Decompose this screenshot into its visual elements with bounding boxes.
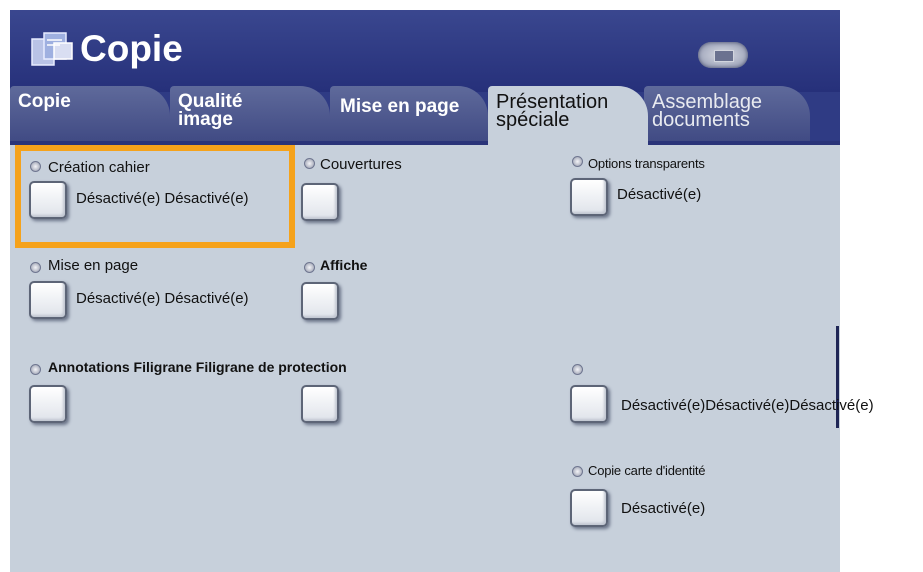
copie-carte-button[interactable]: [570, 489, 608, 527]
option-label-mise-en-page: Mise en page: [48, 257, 139, 274]
radio-indicator: [572, 156, 583, 167]
unnamed-option-button[interactable]: [570, 385, 608, 423]
couvertures-button[interactable]: [301, 183, 339, 221]
option-label-annotations: Annotations Filigrane Filigrane de prote…: [48, 359, 347, 375]
affiche-button[interactable]: [301, 282, 339, 320]
mise-en-page-value: Désactivé(e) Désactivé(e): [76, 290, 249, 307]
tab-label: Mise en page: [340, 96, 460, 117]
creation-cahier-button[interactable]: [29, 181, 67, 219]
option-label-couvertures: Couvertures: [320, 156, 402, 173]
options-transparents-value: Désactivé(e): [617, 186, 702, 203]
radio-indicator: [304, 262, 315, 273]
copie-carte-value: Désactivé(e): [621, 500, 706, 517]
options-transparents-button[interactable]: [570, 178, 608, 216]
radio-indicator: [30, 364, 41, 375]
copy-app-window: Copie Copie Qualité image Mise en page P…: [10, 10, 840, 572]
tab-label: Assemblage documents: [652, 91, 763, 131]
tab-label: Présentation spéciale: [496, 91, 609, 131]
tab-mise-en-page[interactable]: Mise en page: [330, 86, 488, 146]
option-label-copie-carte: Copie carte d'identité: [588, 463, 706, 478]
option-label-options-transparents: Options transparents: [588, 156, 705, 171]
machine-status-icon[interactable]: [698, 42, 748, 68]
mise-en-page-button[interactable]: [29, 281, 67, 319]
copy-icon: [31, 32, 73, 66]
creation-cahier-value: Désactivé(e) Désactivé(e): [76, 190, 249, 207]
radio-indicator: [572, 364, 583, 375]
radio-indicator: [572, 466, 583, 477]
radio-indicator: [30, 262, 41, 273]
tab-presentation-speciale[interactable]: Présentation spéciale: [488, 86, 648, 146]
option-label-affiche: Affiche: [320, 257, 368, 273]
unnamed-option-value: Désactivé(e)Désactivé(e)Désactivé(e): [621, 397, 874, 414]
radio-indicator: [304, 158, 315, 169]
tab-assemblage-documents[interactable]: Assemblage documents: [644, 86, 810, 146]
option-label-creation-cahier: Création cahier: [48, 159, 150, 176]
radio-indicator: [30, 161, 41, 172]
annotations-button[interactable]: [29, 385, 67, 423]
tab-label: Qualité image: [178, 91, 243, 130]
filigrane-button[interactable]: [301, 385, 339, 423]
tab-qualite-image[interactable]: Qualité image: [170, 86, 330, 146]
app-header: Copie: [10, 10, 840, 92]
tab-copie[interactable]: Copie: [10, 86, 170, 146]
page-title: Copie: [80, 28, 183, 69]
tab-label: Copie: [18, 91, 71, 112]
